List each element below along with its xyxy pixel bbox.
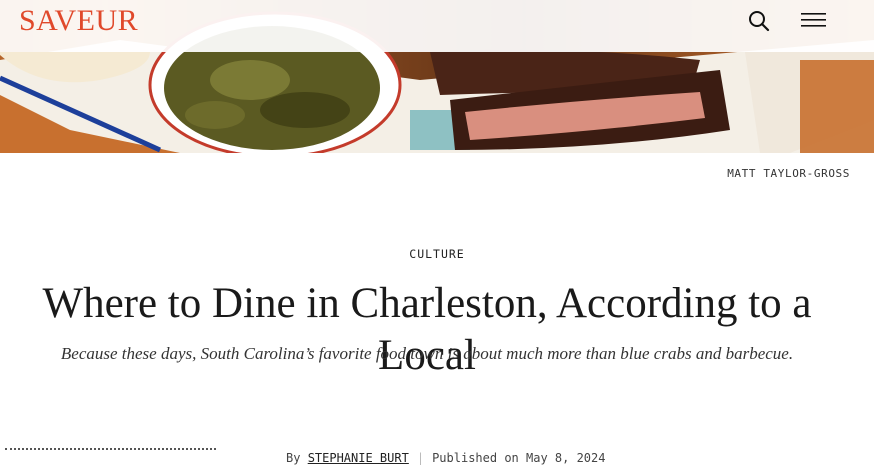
article-category[interactable]: CULTURE [0,247,874,261]
hamburger-menu-icon [801,13,826,27]
article-title: Where to Dine in Charleston, According t… [42,280,812,379]
author-link[interactable]: STEPHANIE BURT [308,451,409,465]
site-header: SAVEUR [0,0,874,52]
byline-prefix: By [286,451,301,465]
menu-button[interactable] [801,10,827,30]
saveur-logo[interactable]: SAVEUR [19,4,138,38]
publish-date: Published on May 8, 2024 [432,451,606,465]
photo-credit: MATT TAYLOR-GROSS [727,167,850,180]
search-button[interactable] [747,9,771,33]
byline-separator: | [416,451,425,465]
article-dek: Because these days, South Carolina’s fav… [60,344,794,363]
search-icon [749,11,770,32]
byline: By STEPHANIE BURT | Published on May 8, 20… [286,451,605,465]
dotted-divider [5,448,216,450]
